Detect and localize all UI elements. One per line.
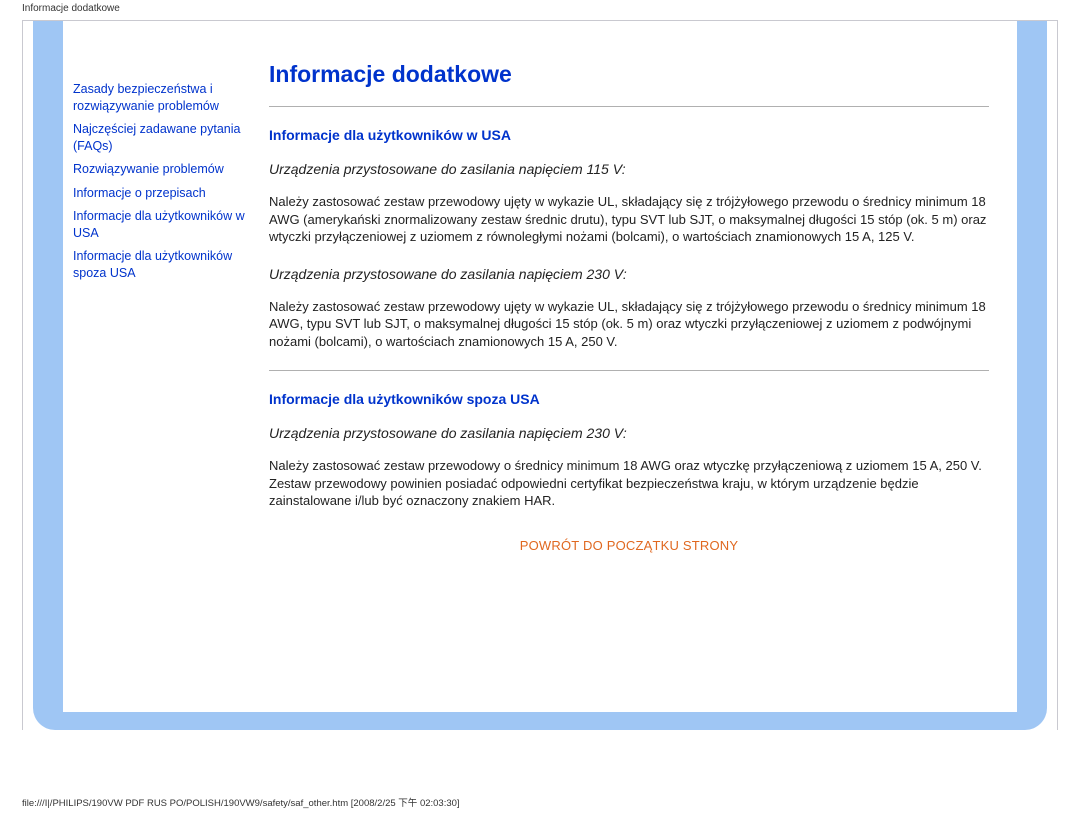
sidebar-link-nonusa-info[interactable]: Informacje dla użytkowników spoza USA [73,248,259,282]
section1-p2: Należy zastosować zestaw przewodowy ujęt… [269,298,989,351]
document-frame: Zasady bezpieczeństwa i rozwiązywanie pr… [22,20,1058,730]
footer-file-path: file:///I|/PHILIPS/190VW PDF RUS PO/POLI… [22,795,460,809]
back-to-top-link[interactable]: POWRÓT DO POCZĄTKU STRONY [520,538,739,553]
sidebar-link-regulations[interactable]: Informacje o przepisach [73,185,259,202]
sidebar-link-faqs[interactable]: Najczęściej zadawane pytania (FAQs) [73,121,259,155]
section2-heading: Informacje dla użytkowników spoza USA [269,391,989,407]
divider [269,106,989,107]
page-title: Informacje dodatkowe [269,61,989,88]
sidebar: Zasady bezpieczeństwa i rozwiązywanie pr… [63,21,269,712]
sidebar-link-safety[interactable]: Zasady bezpieczeństwa i rozwiązywanie pr… [73,81,259,115]
browser-tab-title: Informacje dodatkowe [0,0,1080,14]
sidebar-link-troubleshoot[interactable]: Rozwiązywanie problemów [73,161,259,178]
section1-heading: Informacje dla użytkowników w USA [269,127,989,143]
blue-frame: Zasady bezpieczeństwa i rozwiązywanie pr… [33,21,1047,730]
content-paper: Zasady bezpieczeństwa i rozwiązywanie pr… [63,21,1017,712]
divider [269,370,989,371]
back-to-top-wrap: POWRÓT DO POCZĄTKU STRONY [269,538,989,553]
section1-p1: Należy zastosować zestaw przewodowy ujęt… [269,193,989,246]
section2-p1: Należy zastosować zestaw przewodowy o śr… [269,457,989,510]
sidebar-link-usa-info[interactable]: Informacje dla użytkowników w USA [73,208,259,242]
section1-sub1: Urządzenia przystosowane do zasilania na… [269,161,989,177]
section2-sub1: Urządzenia przystosowane do zasilania na… [269,425,989,441]
section1-sub2: Urządzenia przystosowane do zasilania na… [269,266,989,282]
main-content: Informacje dodatkowe Informacje dla użyt… [269,21,1017,712]
